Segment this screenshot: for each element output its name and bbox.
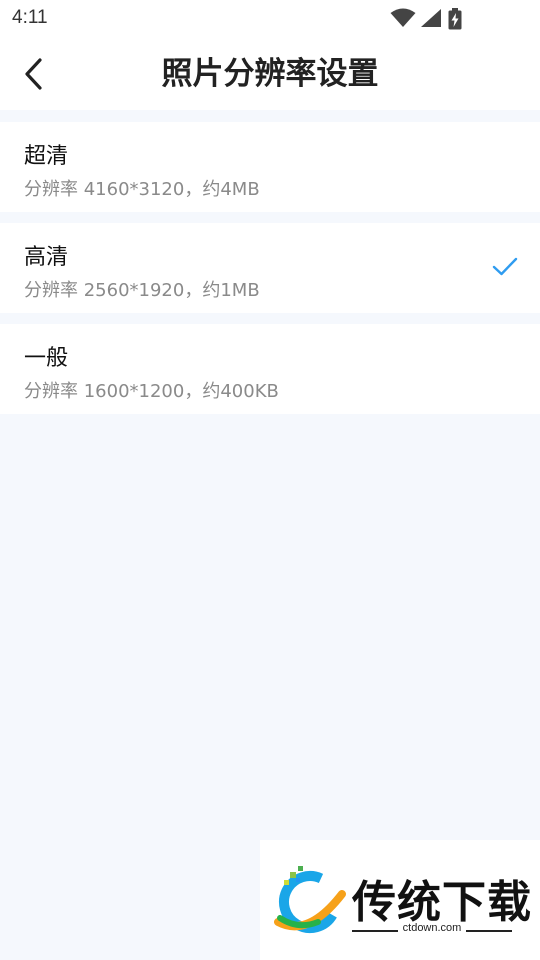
chevron-left-icon [25,58,42,90]
status-bar: 4:11 [0,0,540,38]
option-label: 一般 [24,346,69,371]
app-header: 照片分辨率设置 [0,38,540,110]
option-hd[interactable]: 高清 分辨率 2560*1920，约1MB [0,223,540,313]
watermark-brand: 传统下载 [352,877,532,928]
option-description: 分辨率 4160*3120，约4MB [24,179,260,200]
battery-charging-icon [448,8,462,30]
cell-signal-icon [421,9,441,27]
option-label: 高清 [24,245,69,270]
wifi-icon [390,8,416,27]
option-standard[interactable]: 一般 分辨率 1600*1200，约400KB [0,324,540,414]
check-icon [492,257,518,276]
watermark-domain: ctdown.com [402,922,462,934]
status-time: 4:11 [12,7,48,28]
option-ultra-hd[interactable]: 超清 分辨率 4160*3120，约4MB [0,122,540,212]
page-title: 照片分辨率设置 [161,56,379,92]
back-button[interactable] [14,54,54,94]
watermark-divider [352,930,398,932]
option-label: 超清 [24,144,69,169]
option-description: 分辨率 1600*1200，约400KB [24,381,279,402]
ctdown-logo-icon [274,866,346,933]
watermark-divider [466,930,512,932]
option-description: 分辨率 2560*1920，约1MB [24,280,260,301]
watermark: 传统下载 ctdown.com [260,840,540,960]
